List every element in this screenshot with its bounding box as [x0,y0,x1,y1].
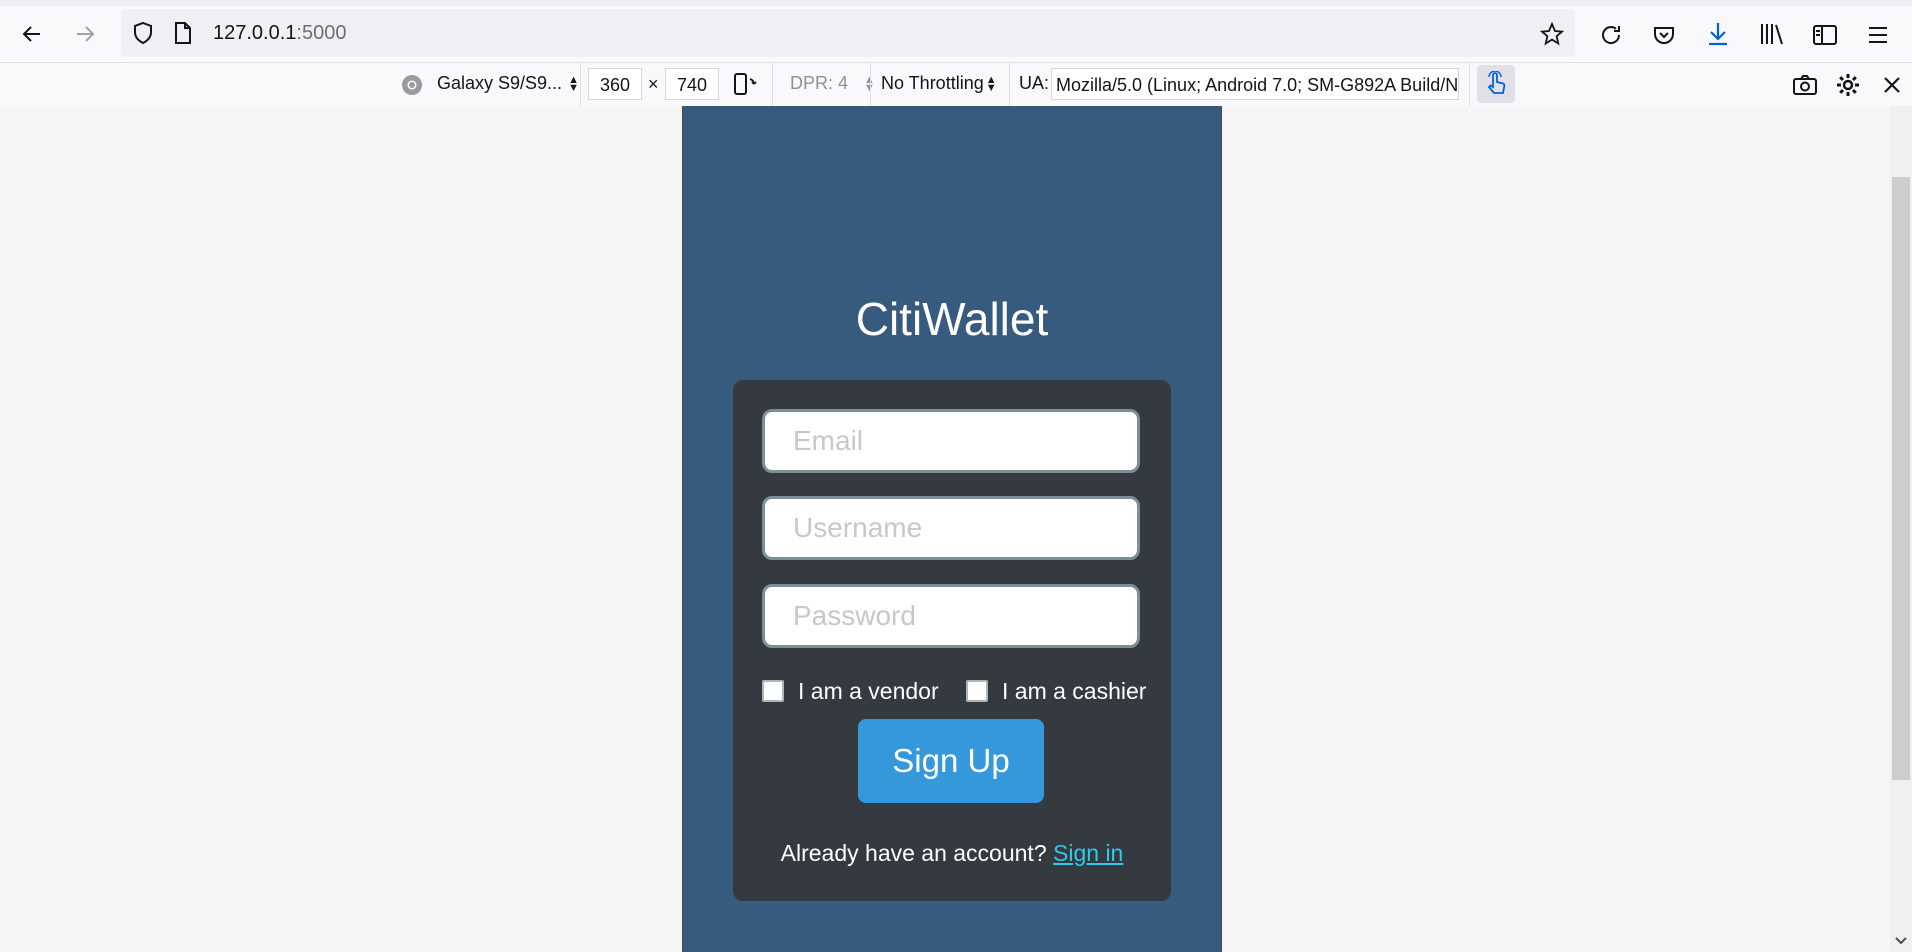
scroll-down-icon[interactable] [1894,934,1908,948]
viewport-width-input[interactable]: 360 [588,68,642,100]
updown-icon: ▲▼ [985,74,997,95]
back-button[interactable] [12,14,52,54]
url-bar[interactable]: 127.0.0.1:5000 [121,9,1575,57]
back-arrow-icon [22,26,40,42]
page-info-icon[interactable] [171,21,195,45]
library-icon[interactable] [1756,18,1788,50]
password-field[interactable]: Password [762,584,1140,648]
dpr-selector[interactable]: DPR: 4▲▼ [790,73,875,94]
app-title: CitiWallet [855,293,1049,345]
touch-hand-icon [1487,71,1506,94]
scrollbar-thumb[interactable] [1892,177,1910,780]
responsive-design-toolbar: Galaxy S9/S9...▲▼ 360 × 740 DPR: 4▲▼ No … [0,62,1912,107]
user-agent-input[interactable]: Mozilla/5.0 (Linux; Android 7.0; SM-G892… [1051,68,1459,100]
vendor-checkbox[interactable] [762,680,784,702]
cashier-checkbox[interactable] [966,680,988,702]
navigation-toolbar: 127.0.0.1:5000 [0,6,1912,62]
throttling-value: No Throttling [881,73,984,93]
divider [580,63,581,106]
close-rdm-icon[interactable] [1878,71,1906,99]
url-port: :5000 [296,22,347,44]
menu-hamburger-icon[interactable] [1863,20,1893,50]
vendor-label: I am a vendor [798,678,939,704]
bookmark-star-icon[interactable] [1539,21,1565,47]
signin-prompt: Already have an account? Sign in [733,840,1171,867]
pocket-icon[interactable] [1649,20,1679,50]
screenshot-camera-icon[interactable] [1790,71,1820,99]
throttling-selector[interactable]: No Throttling ▲ ▼ [881,73,997,94]
sign-in-link[interactable]: Sign in [1053,840,1123,866]
divider [870,63,871,106]
updown-icon: ▲▼ [568,74,579,95]
divider [1009,63,1010,106]
device-browser-icon [400,73,424,97]
downloads-icon[interactable] [1702,18,1734,50]
divider [1469,63,1470,106]
viewport-height-input[interactable]: 740 [665,68,719,100]
rotate-device-icon[interactable] [730,71,760,97]
username-field[interactable]: Username [762,496,1140,560]
device-name: Galaxy S9/S9... [437,73,563,93]
cashier-label: I am a cashier [1002,678,1147,704]
url-host: 127.0.0.1 [213,22,297,44]
divider [772,63,773,106]
already-text: Already have an account? [780,840,1047,866]
url-text[interactable]: 127.0.0.1:5000 [213,22,346,45]
email-field[interactable]: Email [762,409,1140,473]
tracking-shield-icon[interactable] [129,19,157,47]
vendor-checkbox-row[interactable]: I am a vendor [762,678,939,705]
reload-icon[interactable] [1596,20,1626,50]
dpr-value: DPR: 4 [790,73,849,93]
dimension-times: × [648,74,659,94]
mobile-viewport: CitiWallet Email Username Password I am … [682,106,1222,952]
device-selector[interactable]: Galaxy S9/S9... ▲ ▼ [437,73,579,94]
forward-button[interactable] [65,14,105,54]
touch-simulation-button[interactable] [1477,65,1515,103]
signup-card: Email Username Password I am a vendor I … [733,380,1171,901]
ua-label: UA: [1019,73,1050,93]
sidebar-icon[interactable] [1810,20,1840,50]
settings-gear-icon[interactable] [1833,70,1863,100]
sign-up-button[interactable]: Sign Up [858,719,1044,803]
forward-arrow-icon [77,26,95,42]
cashier-checkbox-row[interactable]: I am a cashier [966,678,1146,705]
